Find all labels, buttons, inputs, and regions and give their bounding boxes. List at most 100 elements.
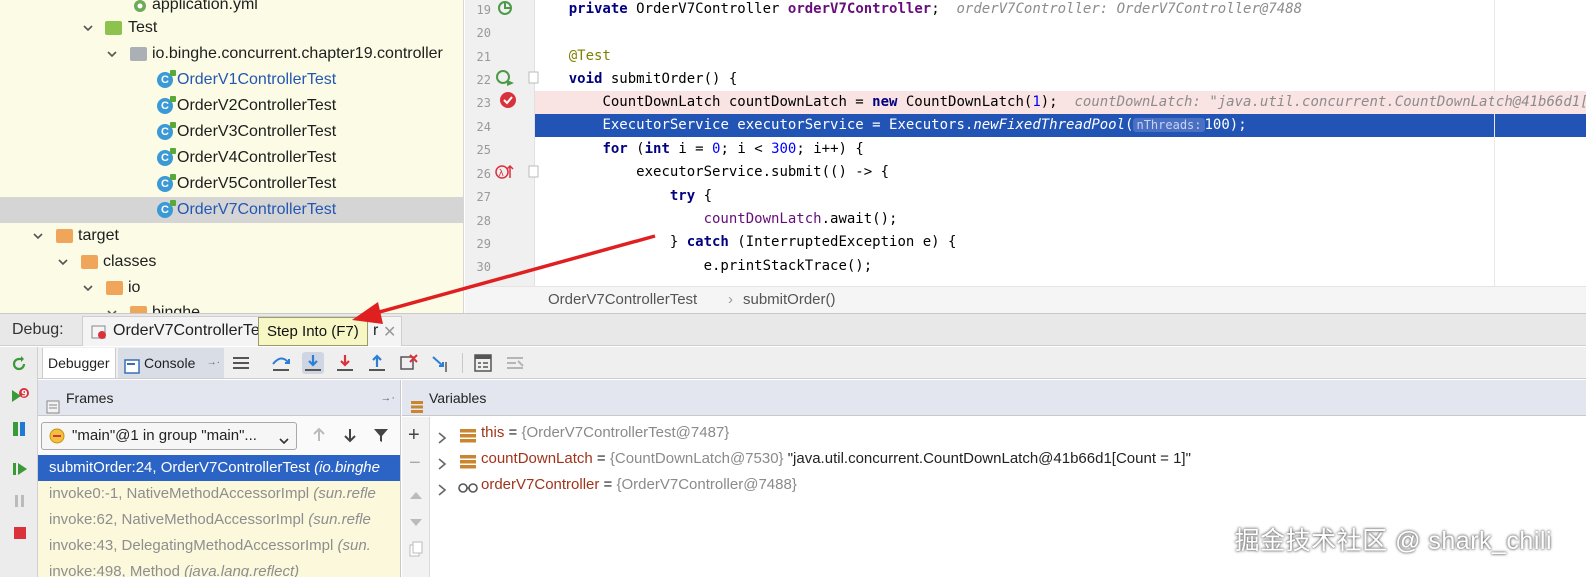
variable-name: orderV7Controller (481, 476, 600, 493)
tree-item-binghe-folder[interactable]: binghe (0, 300, 463, 313)
thread-selector[interactable]: "main"@1 in group "main"... (41, 422, 297, 450)
copy-icon[interactable] (409, 541, 423, 562)
keyword: new (872, 94, 898, 110)
chevron-down-icon[interactable] (82, 22, 94, 34)
field-icon (460, 426, 476, 452)
force-step-into-icon[interactable] (334, 352, 356, 374)
tree-item-label: OrderV3ControllerTest (177, 123, 337, 140)
step-out-icon[interactable] (366, 352, 388, 374)
annotation: @Test (568, 48, 611, 64)
drop-frame-icon[interactable] (398, 352, 420, 374)
debugger-toolbar: Debugger Console →· (38, 347, 1586, 379)
tree-item-io-folder[interactable]: io (0, 275, 463, 301)
chevron-down-icon[interactable] (82, 282, 94, 294)
code-line-28[interactable]: countDownLatch.await(); (535, 208, 1586, 231)
code-line-26[interactable]: executorService.submit(() -> { (535, 161, 1586, 184)
frame-row[interactable]: invoke:498, Method (java.lang.reflect) (38, 559, 400, 577)
remove-watch-icon[interactable]: − (409, 453, 421, 473)
code-line-23-breakpoint[interactable]: CountDownLatch countDownLatch = new Coun… (535, 91, 1586, 114)
step-into-icon[interactable] (302, 352, 324, 374)
tab-debugger[interactable]: Debugger (42, 348, 116, 378)
line-number: 27 (476, 190, 491, 204)
code-line-21[interactable]: @Test (535, 45, 1586, 68)
move-up-icon[interactable] (409, 487, 423, 505)
chevron-down-icon[interactable] (57, 256, 69, 268)
code-text: { (695, 188, 713, 204)
chevron-right-icon[interactable] (437, 453, 447, 479)
tree-item-target-folder[interactable]: target (0, 223, 463, 249)
code-line-27[interactable]: try { (535, 185, 1586, 208)
frame-row[interactable]: submitOrder:24, OrderV7ControllerTest (i… (38, 455, 400, 481)
code-line-25[interactable]: for (int i = 0; i < 300; i++) { (535, 138, 1586, 161)
code-text: ; i++) { (796, 141, 864, 157)
code-line-29[interactable]: } catch (InterruptedException e) { (535, 231, 1586, 254)
rerun-icon[interactable] (10, 355, 28, 378)
code-line-22[interactable]: void submitOrder() { (535, 68, 1586, 91)
lambda-breakpoint-icon[interactable]: λ (495, 163, 515, 186)
code-text: ); (1040, 94, 1058, 110)
tree-item-class[interactable]: C OrderV2ControllerTest (0, 93, 463, 119)
tree-item-classes-folder[interactable]: classes (0, 249, 463, 275)
chevron-down-icon[interactable] (106, 48, 118, 60)
pin-panel-icon[interactable]: →· (380, 380, 395, 416)
close-icon[interactable]: ✕ (383, 322, 396, 342)
package-icon (130, 46, 147, 62)
number-literal: 100 (1204, 117, 1230, 133)
chevron-right-icon[interactable] (437, 479, 447, 505)
field-name: orderV7Controller (787, 1, 932, 17)
frame-row[interactable]: invoke:43, DelegatingMethodAccessorImpl … (38, 533, 400, 559)
code-line-19[interactable]: private OrderV7Controller orderV7Control… (535, 0, 1586, 21)
modify-run-config-icon[interactable] (10, 419, 28, 444)
keyword: try (669, 188, 696, 204)
filter-icon[interactable] (372, 426, 390, 449)
pin-tab-icon[interactable]: →· (207, 348, 220, 378)
tree-item-class[interactable]: C OrderV1ControllerTest (0, 67, 463, 93)
number-literal: 300 (771, 141, 797, 157)
stop-icon[interactable] (11, 524, 29, 547)
show-execution-point-icon[interactable] (230, 352, 252, 374)
tree-item-package[interactable]: io.binghe.concurrent.chapter19.controlle… (0, 41, 463, 67)
implemented-by-icon[interactable] (497, 0, 513, 21)
run-test-icon[interactable] (495, 69, 515, 92)
run-to-cursor-icon[interactable] (430, 352, 452, 374)
tree-item-class[interactable]: C OrderV4ControllerTest (0, 145, 463, 171)
code-line-24-current[interactable]: ExecutorService executorService = Execut… (535, 114, 1586, 137)
evaluate-expression-icon[interactable] (472, 352, 494, 374)
code-text: OrderV7Controller (627, 1, 788, 17)
tree-item-class[interactable]: C OrderV3ControllerTest (0, 119, 463, 145)
code-editor[interactable]: 19 21 22 23 24 25 26 27 28 29 30 20 λ pr… (465, 0, 1586, 286)
code-line-30[interactable]: e.printStackTrace(); (535, 255, 1586, 278)
add-watch-icon[interactable]: + (408, 425, 420, 445)
move-down-icon[interactable] (409, 515, 423, 533)
tree-item-class[interactable]: C OrderV5ControllerTest (0, 171, 463, 197)
variable-equals: = (504, 424, 522, 441)
code-line-20[interactable] (535, 21, 1586, 44)
frame-method: invoke:62, NativeMethodAccessorImpl (49, 511, 305, 528)
previous-frame-icon[interactable] (310, 426, 328, 449)
chevron-right-icon[interactable] (437, 427, 447, 453)
editor-gutter[interactable]: 19 21 22 23 24 25 26 27 28 29 30 20 λ (465, 0, 539, 286)
chevron-down-icon[interactable] (32, 230, 44, 242)
tree-item-label: target (78, 227, 119, 244)
pause-program-icon[interactable] (11, 492, 29, 515)
tab-console[interactable]: Console →· (118, 348, 224, 378)
tree-item-class-selected[interactable]: C OrderV7ControllerTest (0, 197, 463, 223)
breakpoint-icon[interactable] (499, 91, 517, 114)
breadcrumb-class[interactable]: OrderV7ControllerTest (548, 287, 697, 313)
resume-program-icon[interactable] (11, 460, 29, 483)
variables-side-toolbar: + − (402, 417, 430, 577)
trace-current-stream-icon[interactable] (504, 352, 526, 374)
variables-title: Variables (429, 390, 487, 406)
variable-equals: = (592, 450, 610, 467)
breadcrumb-separator: › (728, 291, 733, 308)
frame-row[interactable]: invoke0:-1, NativeMethodAccessorImpl (su… (38, 481, 400, 507)
rerun-failed-icon[interactable]: 9 (10, 387, 30, 410)
breadcrumb-method[interactable]: submitOrder() (743, 287, 836, 313)
junit-icon (91, 324, 107, 345)
step-over-icon[interactable] (270, 352, 292, 374)
tree-item-test-folder[interactable]: Test (0, 15, 463, 41)
next-frame-icon[interactable] (341, 426, 359, 449)
keyword: catch (686, 234, 729, 250)
line-number: 23 (476, 96, 491, 110)
frame-row[interactable]: invoke:62, NativeMethodAccessorImpl (sun… (38, 507, 400, 533)
